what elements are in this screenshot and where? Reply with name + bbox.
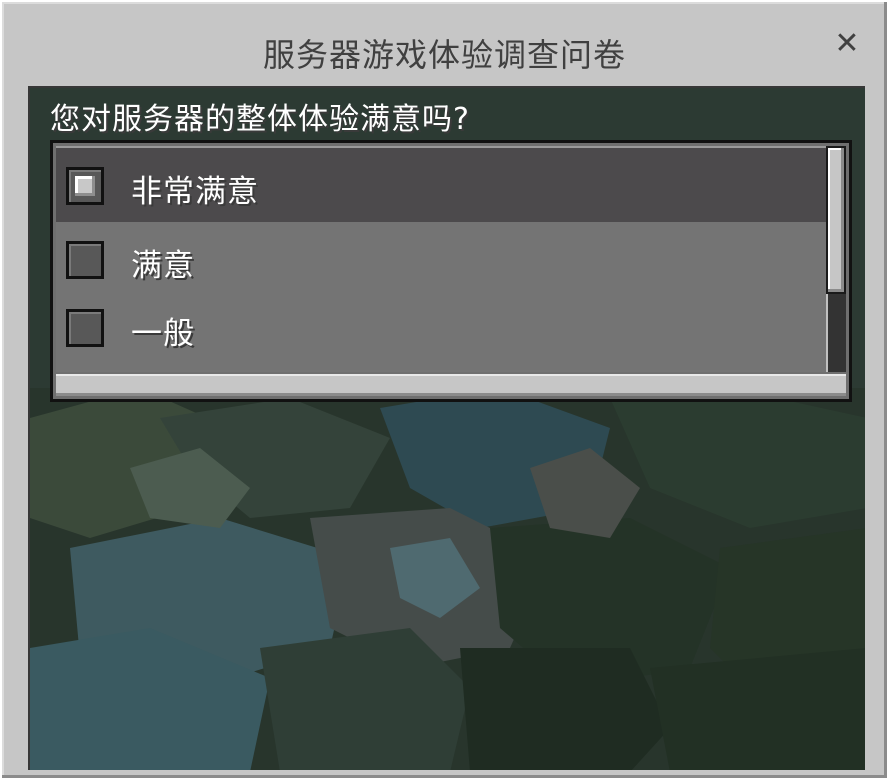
dialog-title: 服务器游戏体验调查问卷 — [262, 36, 626, 74]
option-neutral-label: 一般 — [131, 316, 195, 352]
option-satisfied-checkbox[interactable] — [66, 241, 104, 279]
option-very-satisfied-label: 非常满意 — [131, 174, 259, 210]
option-neutral[interactable]: 一般 — [56, 290, 826, 364]
close-icon: ✕ — [834, 26, 860, 61]
vertical-scrollbar-thumb[interactable] — [826, 146, 846, 294]
options-list: 非常满意 满意 一般 — [50, 140, 852, 402]
close-button[interactable]: ✕ — [833, 29, 861, 59]
dialog-content: 您对服务器的整体体验满意吗? 非常满意 满意 一般 — [28, 86, 865, 770]
question-text: 您对服务器的整体体验满意吗? — [50, 102, 470, 137]
option-very-satisfied[interactable]: 非常满意 — [56, 148, 826, 222]
survey-dialog: 服务器游戏体验调查问卷 ✕ 您对服务器的整体体验满意吗? 非常满意 满意 一般 — [0, 0, 889, 780]
options-list-body: 非常满意 满意 一般 — [56, 146, 826, 372]
option-neutral-checkbox[interactable] — [66, 309, 104, 347]
option-very-satisfied-checkbox[interactable] — [66, 167, 104, 205]
horizontal-scrollbar[interactable] — [56, 374, 846, 396]
option-satisfied-label: 满意 — [131, 248, 195, 284]
option-satisfied[interactable]: 满意 — [56, 222, 826, 296]
